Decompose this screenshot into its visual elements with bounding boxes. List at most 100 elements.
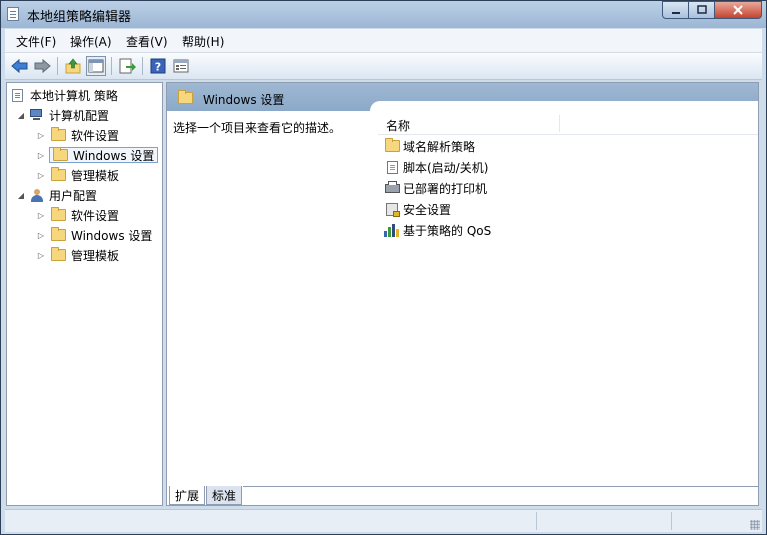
column-name-header[interactable]: 名称: [386, 117, 410, 134]
list-item-label: 安全设置: [403, 202, 452, 217]
export-list-icon: [119, 58, 136, 74]
properties-icon: [173, 59, 189, 73]
list-item-security-settings[interactable]: 安全设置: [384, 199, 451, 219]
qos-bar-chart-icon: [384, 223, 400, 237]
tree-node-user-software-settings[interactable]: ▷ 软件设置: [36, 205, 119, 225]
folder-icon: [51, 167, 66, 181]
tree-node-label: Windows 设置: [71, 228, 153, 243]
back-button[interactable]: [10, 56, 30, 76]
tree-node-label: 软件设置: [71, 208, 120, 223]
list-column-header: 名称: [378, 113, 758, 135]
title-bar[interactable]: 本地组策略编辑器: [1, 1, 766, 28]
list-item-label: 已部署的打印机: [403, 181, 488, 196]
show-hide-tree-button[interactable]: [86, 56, 106, 76]
resize-grip-icon[interactable]: [750, 520, 760, 530]
folder-icon: [51, 207, 66, 221]
collapse-arrow-icon[interactable]: ◢: [16, 111, 26, 120]
tab-extended[interactable]: 扩展: [169, 486, 205, 505]
toolbar-separator: [111, 57, 112, 75]
menu-file[interactable]: 文件(F): [16, 33, 56, 50]
folder-icon: [178, 90, 193, 104]
up-folder-icon: [65, 58, 81, 74]
back-arrow-icon: [11, 58, 28, 74]
list-item-scripts[interactable]: 脚本(启动/关机): [384, 157, 488, 177]
menu-help[interactable]: 帮助(H): [182, 33, 224, 50]
minimize-button[interactable]: [662, 1, 689, 19]
list-item-label: 域名解析策略: [403, 139, 476, 154]
list-item-name-resolution-policy[interactable]: 域名解析策略: [384, 136, 475, 156]
tree-node-label: 管理模板: [71, 168, 120, 183]
menu-action[interactable]: 操作(A): [70, 33, 112, 50]
status-divider: [671, 512, 672, 530]
folder-icon: [51, 127, 66, 141]
folder-icon: [51, 227, 66, 241]
svg-text:?: ?: [155, 61, 161, 74]
expand-arrow-icon[interactable]: ▷: [36, 251, 46, 260]
tree-node-label: 计算机配置: [49, 108, 110, 123]
details-header: Windows 设置: [167, 83, 758, 115]
expand-arrow-icon[interactable]: ▷: [36, 231, 46, 240]
show-hide-tree-icon: [88, 59, 104, 73]
help-icon: ?: [150, 58, 166, 74]
tree-node-user-admin-templates[interactable]: ▷ 管理模板: [36, 245, 119, 265]
window-title: 本地组策略编辑器: [27, 10, 132, 25]
list-item-label: 脚本(启动/关机): [403, 160, 489, 175]
close-icon: [733, 5, 743, 15]
expand-arrow-icon[interactable]: ▷: [36, 131, 46, 140]
minimize-icon: [671, 12, 680, 14]
expand-arrow-icon[interactable]: ▷: [36, 171, 46, 180]
menu-view[interactable]: 查看(V): [126, 33, 168, 50]
column-divider[interactable]: [559, 115, 560, 132]
expand-arrow-icon[interactable]: ▷: [36, 151, 46, 160]
status-bar: [5, 509, 762, 532]
tree-pane[interactable]: 本地计算机 策略 ◢ 计算机配置 ▷ 软件设置 ▷ Windows 设置 ▷ 管…: [6, 82, 163, 506]
list-item-label: 基于策略的 QoS: [403, 223, 492, 238]
toolbar-separator: [57, 57, 58, 75]
export-list-button[interactable]: [117, 56, 137, 76]
collapse-arrow-icon[interactable]: ◢: [16, 191, 26, 200]
tree-node-computer-config[interactable]: ◢ 计算机配置: [16, 105, 109, 125]
policy-document-icon: [12, 88, 23, 102]
tab-standard[interactable]: 标准: [206, 486, 242, 505]
selected-node[interactable]: Windows 设置: [49, 147, 159, 163]
tree-node-label: 管理模板: [71, 248, 120, 263]
details-pane[interactable]: Windows 设置 选择一个项目来查看它的描述。 名称 域名解析策略 脚本(启…: [166, 82, 759, 506]
tree-node-user-config[interactable]: ◢ 用户配置: [16, 185, 97, 205]
details-header-title: Windows 设置: [203, 93, 285, 107]
printer-icon: [384, 180, 400, 195]
tree-node-software-settings[interactable]: ▷ 软件设置: [36, 125, 119, 145]
forward-button[interactable]: [32, 56, 52, 76]
tree-root-label: 本地计算机 策略: [30, 88, 118, 103]
tree-node-label: Windows 设置: [73, 148, 155, 163]
tree-node-windows-settings[interactable]: ▷ Windows 设置: [36, 145, 159, 165]
menu-bar: 文件(F) 操作(A) 查看(V) 帮助(H): [5, 29, 762, 53]
tree-root[interactable]: 本地计算机 策略: [12, 85, 118, 105]
folder-icon: [384, 138, 400, 153]
forward-arrow-icon: [34, 58, 51, 74]
user-icon: [30, 188, 44, 202]
tree-node-user-windows-settings[interactable]: ▷ Windows 设置: [36, 225, 152, 245]
tree-node-admin-templates[interactable]: ▷ 管理模板: [36, 165, 119, 185]
maximize-button[interactable]: [689, 1, 715, 19]
list-item-policy-based-qos[interactable]: 基于策略的 QoS: [384, 220, 491, 240]
folder-icon: [53, 147, 68, 161]
tree-node-label: 软件设置: [71, 128, 120, 143]
tabs-divider: [243, 486, 759, 487]
toolbar: ?: [5, 53, 762, 80]
toolbar-separator: [142, 57, 143, 75]
app-icon: [7, 7, 19, 21]
properties-button[interactable]: [171, 56, 191, 76]
window: 本地组策略编辑器 文件(F) 操作(A) 查看(V) 帮助(H) ? 本地计算机…: [0, 0, 767, 535]
folder-icon: [51, 247, 66, 261]
status-divider: [536, 512, 537, 530]
computer-icon: [30, 109, 44, 121]
close-button[interactable]: [715, 1, 762, 19]
window-controls: [662, 1, 762, 19]
expand-arrow-icon[interactable]: ▷: [36, 211, 46, 220]
security-lock-icon: [384, 202, 400, 217]
list-item-deployed-printers[interactable]: 已部署的打印机: [384, 178, 487, 198]
tree-node-label: 用户配置: [49, 188, 98, 203]
up-level-button[interactable]: [63, 56, 83, 76]
script-icon: [384, 160, 400, 174]
help-button[interactable]: ?: [148, 56, 168, 76]
